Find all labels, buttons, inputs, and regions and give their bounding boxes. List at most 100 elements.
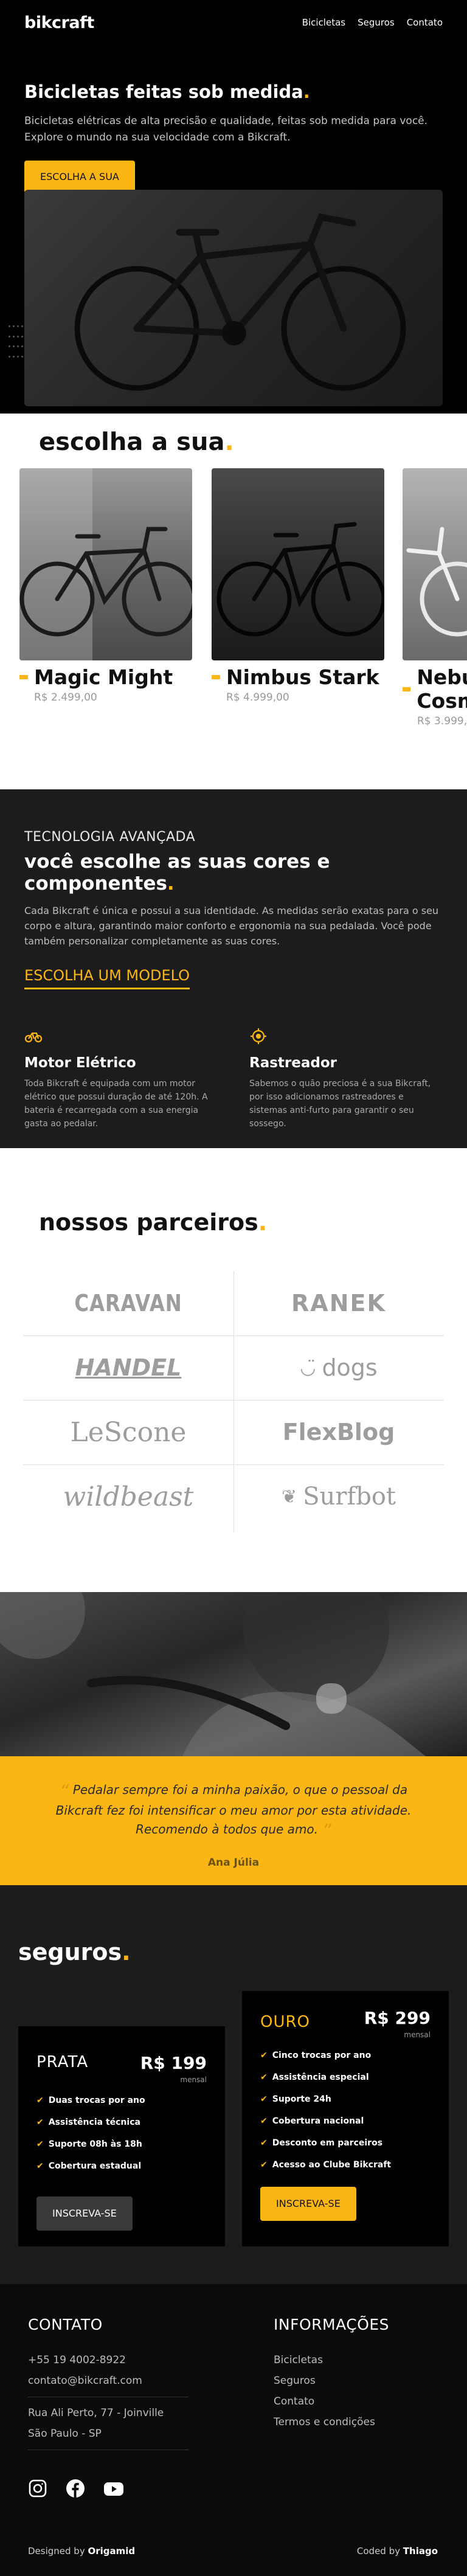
plan-features: ✔ Cinco trocas por ano ✔ Assistência espec… xyxy=(260,2051,431,2170)
hero-section: bikcraft Bicicletas Seguros Contato Bici… xyxy=(0,0,467,414)
insurance-section: seguros. PRATA R$ 199 mensal ✔ Duas trocas… xyxy=(0,1885,467,2284)
footer-link-contato[interactable]: Contato xyxy=(274,2395,389,2408)
partners-grid: CARAVAN RANEK HANDEL ◡̈ dogs LeScone Flex… xyxy=(23,1271,444,1532)
footer-contact: CONTATO +55 19 4002-8922 contato@bikcraf… xyxy=(28,2316,189,2460)
decorative-dots xyxy=(9,325,23,362)
footer-email[interactable]: contato@bikcraft.com xyxy=(28,2375,189,2387)
hero-title: Bicicletas feitas sob medida. xyxy=(24,81,310,102)
plan-feature: ✔ Cobertura estadual xyxy=(36,2161,142,2171)
main-menu: Bicicletas Seguros Contato xyxy=(302,17,443,28)
footer-info-title: INFORMAÇÕES xyxy=(274,2316,390,2333)
hero-text: Bicicletas elétricas de alta precisão e … xyxy=(24,115,428,144)
insurance-title: seguros. xyxy=(18,1939,131,1965)
partner-logo-flexblog: FlexBlog xyxy=(282,1419,395,1446)
partner-logo-handel: HANDEL xyxy=(75,1354,182,1381)
footer: CONTATO +55 19 4002-8922 contato@bikcraf… xyxy=(0,2284,467,2576)
plan-feature: ✔ Cinco trocas por ano xyxy=(260,2051,372,2060)
feature-title: Motor Elétrico xyxy=(24,1055,136,1071)
coded-by: Coded by Thiago xyxy=(356,2546,438,2557)
bike-name[interactable]: Magic Might xyxy=(19,665,192,689)
plan-feature: ✔ Desconto em parceiros xyxy=(260,2138,383,2148)
partner-logo-dogs: ◡̈ dogs xyxy=(300,1354,378,1381)
testimonial-section: “ Pedalar sempre foi a minha paixão, o q… xyxy=(0,1592,467,1885)
youtube-icon[interactable] xyxy=(103,2479,123,2498)
bike-card-magic-might[interactable]: Magic Might R$ 2.499,00 xyxy=(19,468,192,704)
footer-contact-title: CONTATO xyxy=(28,2316,103,2333)
partner-logo-caravan: CARAVAN xyxy=(74,1290,182,1317)
technology-section: TECNOLOGIA AVANÇADA você escolhe as suas… xyxy=(0,789,467,1148)
section-tag: TECNOLOGIA AVANÇADA xyxy=(24,829,196,845)
plan-feature: ✔ Cobertura nacional xyxy=(260,2116,364,2126)
top-nav: bikcraft Bicicletas Seguros Contato xyxy=(24,13,443,32)
origamid-link[interactable]: Origamid xyxy=(88,2546,136,2557)
partners-title: nossos parceiros. xyxy=(39,1209,268,1236)
footer-link-seguros[interactable]: Seguros xyxy=(274,2375,389,2387)
partners-section: nossos parceiros. CARAVAN RANEK HANDEL ◡… xyxy=(0,1148,467,1592)
partner-logo-ranek: RANEK xyxy=(291,1290,386,1317)
bikes-section: escolha a sua. Magic Might R$ 2.499,00 N… xyxy=(0,414,467,789)
subscribe-prata-button[interactable]: INSCREVA-SE xyxy=(36,2197,133,2231)
plan-price: R$ 199 mensal xyxy=(140,2053,207,2084)
plan-feature: ✔ Acesso ao Clube Bikcraft xyxy=(260,2160,392,2170)
plan-feature: ✔ Duas trocas por ano xyxy=(36,2096,145,2105)
motor-icon xyxy=(24,1032,43,1048)
feature-motor: Motor Elétrico Toda Bikcraft é equipada … xyxy=(24,1027,215,1130)
subscribe-ouro-button[interactable]: INSCREVA-SE xyxy=(260,2187,356,2221)
partner-logo-lescone: LeScone xyxy=(70,1416,187,1448)
designed-by: Designed by Origamid xyxy=(28,2546,136,2557)
footer-link-bicicletas[interactable]: Bicicletas xyxy=(274,2354,389,2366)
nav-link-contato[interactable]: Contato xyxy=(407,17,443,28)
plan-feature: ✔ Suporte 24h xyxy=(260,2094,331,2104)
testimonial-quote: “ Pedalar sempre foi a minha paixão, o q… xyxy=(0,1756,467,1885)
hero-bike-image xyxy=(24,190,443,406)
feature-text: Sabemos o quão preciosa é a sua Bikcraft… xyxy=(249,1079,431,1129)
instagram-icon[interactable] xyxy=(28,2479,47,2498)
bike-price: R$ 4.999,00 xyxy=(226,691,289,704)
bike-card-nimbus-stark[interactable]: Nimbus Stark R$ 4.999,00 xyxy=(212,468,384,704)
dog-face-icon: ◡̈ xyxy=(300,1357,316,1379)
bike-price: R$ 2.499,00 xyxy=(34,691,97,704)
feature-text: Toda Bikcraft é equipada com um motor el… xyxy=(24,1079,208,1129)
plan-ouro: OURO R$ 299 mensal ✔ Cinco trocas por ano … xyxy=(242,1991,449,2246)
plan-feature: ✔ Suporte 08h às 18h xyxy=(36,2139,142,2149)
footer-link-termos[interactable]: Termos e condições xyxy=(274,2416,389,2428)
leaf-icon: ❦ xyxy=(282,1486,297,1508)
plan-features: ✔ Duas trocas por ano ✔ Assistência técnic… xyxy=(36,2096,207,2171)
features-list: Motor Elétrico Toda Bikcraft é equipada … xyxy=(24,1027,443,1130)
tech-description: Cada Bikcraft é única e possui a sua ide… xyxy=(24,905,439,947)
bike-image[interactable] xyxy=(403,468,467,660)
open-quote-icon: “ xyxy=(59,1781,69,1802)
tracker-icon xyxy=(249,1028,268,1048)
logo[interactable]: bikcraft xyxy=(24,13,94,32)
social-links xyxy=(28,2479,123,2498)
bike-name[interactable]: Nebula Cosmic xyxy=(403,665,467,713)
close-quote-icon: ” xyxy=(322,1821,331,1842)
bike-image[interactable] xyxy=(212,468,384,660)
testimonial-photo xyxy=(0,1592,467,1756)
partner-logo-wildbeast: wildbeast xyxy=(63,1481,194,1512)
footer-info: INFORMAÇÕES Bicicletas Seguros Contato T… xyxy=(274,2316,389,2428)
partner-logo-surfbot: ❦ Surfbot xyxy=(282,1483,396,1511)
facebook-icon[interactable] xyxy=(66,2479,85,2498)
quote-author: Ana Júlia xyxy=(207,1857,260,1869)
bike-name[interactable]: Nimbus Stark xyxy=(212,665,384,689)
footer-address-2: São Paulo - SP xyxy=(28,2428,102,2440)
plan-price: R$ 299 mensal xyxy=(364,2008,431,2039)
bikes-title: escolha a sua. xyxy=(39,428,234,456)
nav-link-seguros[interactable]: Seguros xyxy=(358,17,395,28)
feature-tracker: Rastreador Sabemos o quão preciosa é a s… xyxy=(249,1027,440,1130)
tech-title: você escolhe as suas cores e componentes… xyxy=(24,851,330,895)
choose-bike-button[interactable]: Escolha a sua xyxy=(24,161,135,193)
bike-card-nebula-cosmic[interactable]: Nebula Cosmic R$ 3.999,00 xyxy=(403,468,467,727)
footer-address-1: Rua Ali Perto, 77 - Joinville xyxy=(28,2407,164,2419)
coder-name: Thiago xyxy=(403,2546,438,2557)
plan-prata: PRATA R$ 199 mensal ✔ Duas trocas por ano … xyxy=(18,2026,225,2246)
feature-title: Rastreador xyxy=(249,1055,337,1071)
bike-price: R$ 3.999,00 xyxy=(417,715,467,727)
choose-model-link[interactable]: ESCOLHA UM MODELO xyxy=(24,967,190,989)
nav-link-bicicletas[interactable]: Bicicletas xyxy=(302,17,345,28)
quote-text: “ Pedalar sempre foi a minha paixão, o q… xyxy=(55,1781,412,1842)
plan-feature: ✔ Assistência especial xyxy=(260,2072,369,2082)
bike-image[interactable] xyxy=(19,468,192,660)
footer-phone[interactable]: +55 19 4002-8922 xyxy=(28,2354,189,2366)
